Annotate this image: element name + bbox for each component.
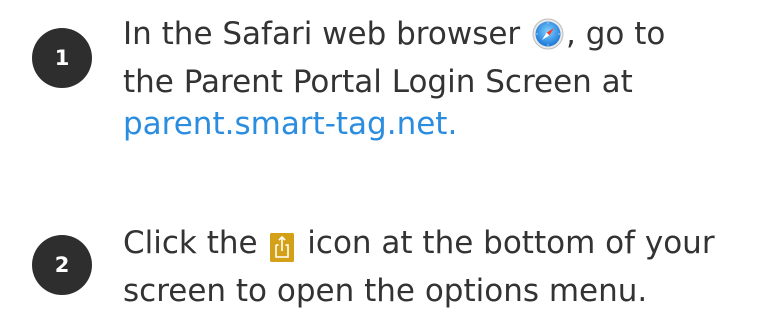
portal-link[interactable]: parent.smart-tag.net.: [123, 103, 773, 145]
step-instructions: Click the icon at the bottom of your scr…: [123, 222, 773, 312]
step-line: In the Safari web browser , go to: [123, 13, 773, 61]
safari-compass-icon: [530, 18, 566, 61]
step-text: icon at the bottom of your: [297, 225, 715, 261]
step-line: the Parent Portal Login Screen at: [123, 64, 633, 100]
step-line: screen to open the options menu.: [123, 273, 648, 309]
step-line: Click the icon at the bottom of your: [123, 222, 773, 270]
step-text: , go to: [566, 16, 666, 52]
step-text: In the Safari web browser: [123, 16, 531, 52]
step-number-badge: 2: [32, 235, 92, 295]
share-icon: [267, 228, 297, 270]
step-text: Click the: [123, 225, 268, 261]
step-number-badge: 1: [32, 28, 92, 88]
step-instructions: In the Safari web browser , go to the Pa…: [123, 13, 773, 145]
